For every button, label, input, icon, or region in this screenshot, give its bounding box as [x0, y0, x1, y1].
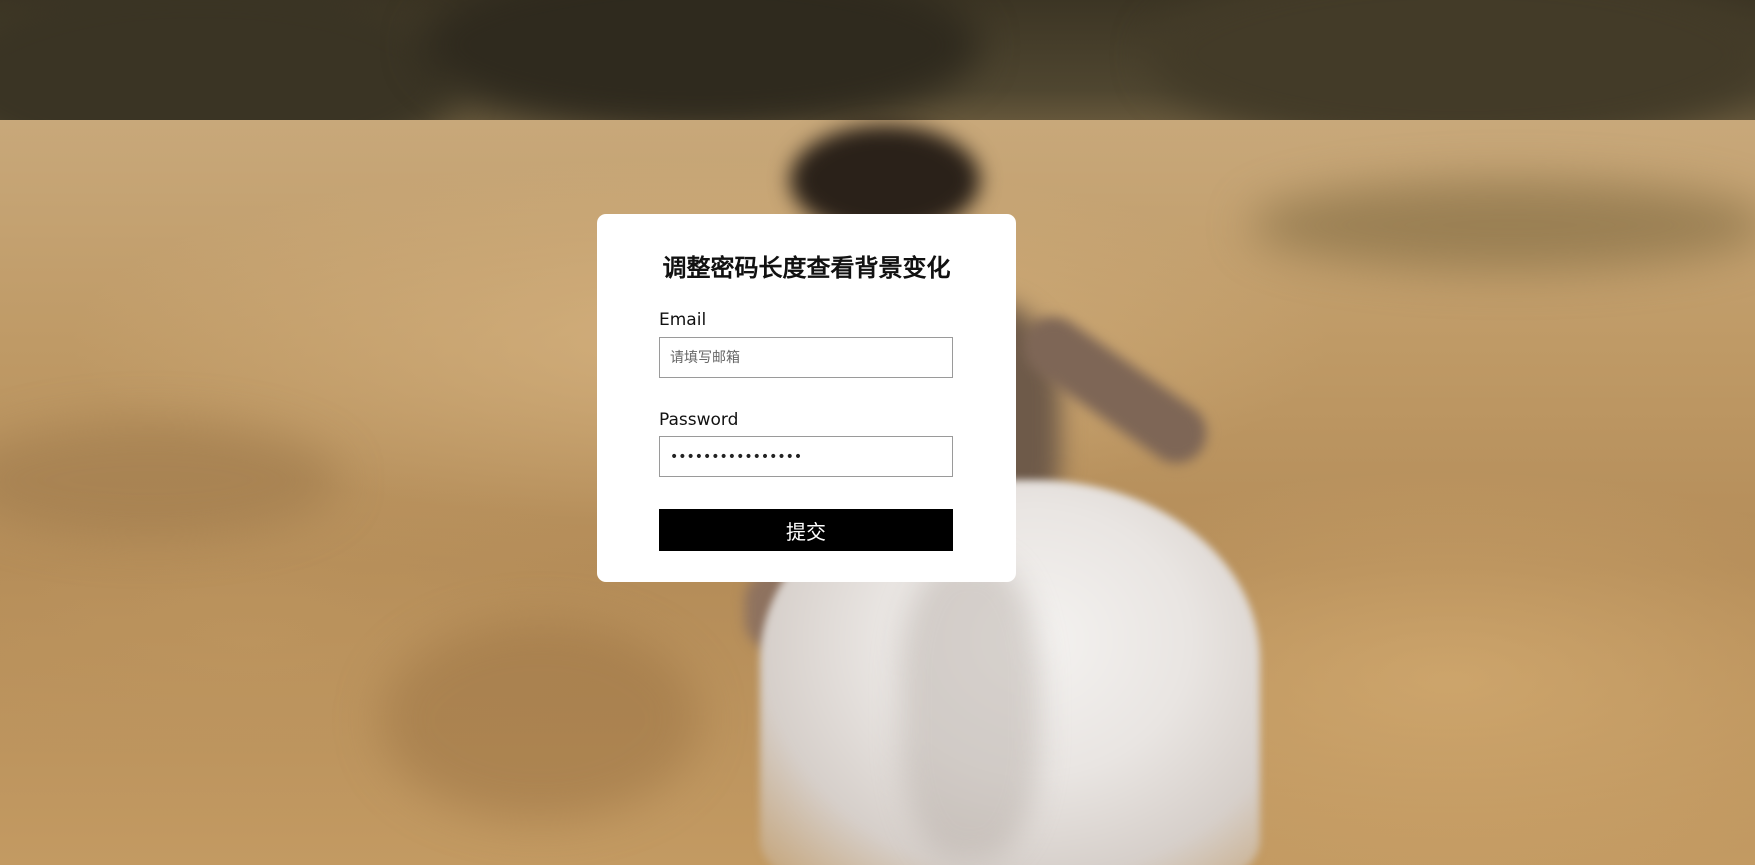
background-shadow — [1250, 180, 1755, 270]
background-figure-dress-shade — [900, 560, 1040, 860]
email-input[interactable] — [659, 337, 953, 378]
submit-button[interactable]: 提交 — [659, 509, 953, 551]
password-label: Password — [659, 410, 739, 430]
email-label: Email — [659, 310, 707, 330]
login-card: 调整密码长度查看背景变化 Email Password 提交 — [597, 214, 1016, 582]
password-input[interactable] — [659, 436, 953, 477]
form-title: 调整密码长度查看背景变化 — [662, 254, 951, 282]
background-shadow — [380, 620, 700, 820]
